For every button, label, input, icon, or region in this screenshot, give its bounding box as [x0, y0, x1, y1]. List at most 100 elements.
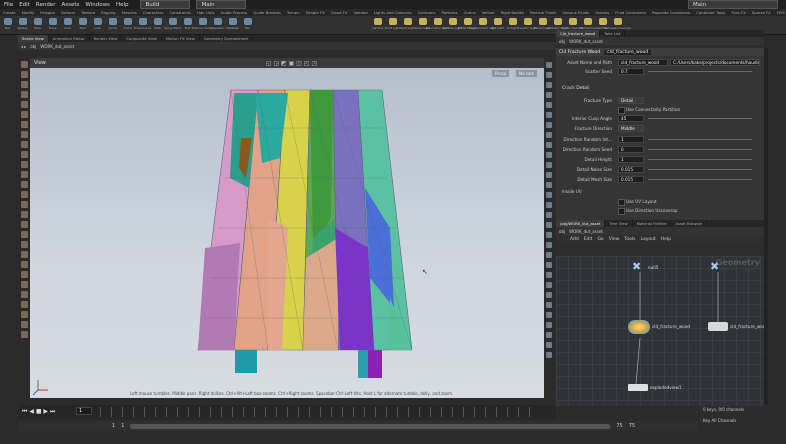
left-tool-icon[interactable]: [20, 61, 28, 68]
create-tool-12[interactable]: Text: [180, 16, 195, 34]
path-node[interactable]: WORK_dut_asset: [40, 44, 74, 49]
obj-context-icon[interactable]: ◂ ▸: [21, 44, 26, 49]
display-tool-icon[interactable]: [546, 292, 552, 298]
network-menu-1[interactable]: Edit: [584, 237, 593, 242]
fracture-node-right[interactable]: [708, 322, 728, 331]
light-tool-11[interactable]: Portal Light: [534, 16, 551, 34]
connectivity-checkbox[interactable]: [618, 107, 625, 114]
network-menu-3[interactable]: View: [609, 237, 620, 242]
param-path-context[interactable]: obj: [559, 39, 565, 44]
display-tool-icon[interactable]: [546, 342, 552, 348]
left-tool-icon[interactable]: [20, 211, 28, 218]
asset-path-field[interactable]: C:/Users/kaka/projects/documents/houdini…: [670, 59, 760, 66]
left-tool-icon[interactable]: [20, 151, 28, 158]
display-tool-icon[interactable]: [546, 82, 552, 88]
display-tool-icon[interactable]: [546, 102, 552, 108]
create-tool-6[interactable]: Line: [90, 16, 105, 34]
param-tab-1[interactable]: Take List: [600, 30, 626, 37]
left-tool-icon[interactable]: [20, 191, 28, 198]
shelf-tab-29[interactable]: Sparse FX: [749, 9, 774, 16]
explodedview-node[interactable]: [628, 384, 648, 391]
left-tool-icon[interactable]: [20, 291, 28, 298]
param-tab-0[interactable]: Cld_fracture_wood: [556, 30, 601, 37]
network-tab-0[interactable]: /obj/WORK_dut_asset: [556, 220, 606, 227]
left-tool-icon[interactable]: [20, 321, 28, 328]
create-tool-11[interactable]: Spray Paint: [164, 16, 181, 34]
create-tool-10[interactable]: Path: [150, 16, 165, 34]
left-tool-icon[interactable]: [20, 171, 28, 178]
display-tool-icon[interactable]: [546, 222, 552, 228]
display-tool-icon[interactable]: [546, 132, 552, 138]
direction-random-int-slider[interactable]: [648, 139, 752, 140]
param-scrollbar[interactable]: [764, 48, 768, 404]
shelf-tab-27[interactable]: Container Tools: [693, 9, 728, 16]
left-tool-icon[interactable]: [20, 91, 28, 98]
scene-viewport[interactable]: Persp No cam ↖: [30, 68, 544, 398]
shelf-tab-15[interactable]: Volume: [351, 9, 371, 16]
light-tool-7[interactable]: Environment Light: [469, 16, 496, 34]
display-tool-icon[interactable]: [546, 322, 552, 328]
direction-random-int-field[interactable]: 1: [618, 136, 644, 143]
left-tool-icon[interactable]: [20, 121, 28, 128]
display-tool-icon[interactable]: [546, 162, 552, 168]
left-tool-icon[interactable]: [20, 301, 28, 308]
network-editor[interactable]: Geometry ✖ null5 ✖ cld_fracture_wood cld…: [556, 256, 768, 406]
path-context[interactable]: obj: [30, 44, 36, 49]
range-start-2[interactable]: 1: [121, 423, 124, 429]
display-tool-icon[interactable]: [546, 272, 552, 278]
left-tool-icon[interactable]: [20, 81, 28, 88]
create-tool-1[interactable]: Sphere: [15, 16, 30, 34]
display-tool-icon[interactable]: [546, 62, 552, 68]
detail-mesh-slider[interactable]: [648, 179, 752, 180]
light-tool-4[interactable]: Geometry Light: [426, 16, 449, 34]
light-tool-2[interactable]: Spot Light: [400, 16, 415, 34]
shelf-tab-8[interactable]: Constraints: [166, 9, 194, 16]
shelf-tab-3[interactable]: Deform: [58, 9, 78, 16]
uv-direction-checkbox[interactable]: [618, 208, 625, 215]
create-tool-9[interactable]: Draw Curve: [134, 16, 151, 34]
menu-assets[interactable]: Assets: [61, 2, 79, 8]
left-tool-icon[interactable]: [20, 161, 28, 168]
create-tool-14[interactable]: L-System: [210, 16, 225, 34]
shelf-tab-23[interactable]: Viscous Fluids: [559, 9, 592, 16]
display-tool-icon[interactable]: [546, 352, 552, 358]
create-tool-8[interactable]: Curve: [120, 16, 135, 34]
left-tool-icon[interactable]: [20, 231, 28, 238]
detail-noise-slider[interactable]: [648, 169, 752, 170]
display-tool-icon[interactable]: [546, 202, 552, 208]
detail-height-field[interactable]: 1: [618, 156, 644, 163]
left-tool-icon[interactable]: [20, 281, 28, 288]
create-tool-5[interactable]: Null: [75, 16, 90, 34]
scatter-seed-field[interactable]: 0.7: [618, 68, 644, 75]
create-tool-7[interactable]: Circle: [105, 16, 120, 34]
shelf-tab-7[interactable]: Characters: [140, 9, 167, 16]
interior-cusp-slider[interactable]: [648, 118, 752, 119]
scatter-seed-slider[interactable]: [648, 71, 752, 72]
range-end-2[interactable]: 75: [629, 423, 635, 429]
param-path-node[interactable]: WORK_dut_asset: [569, 39, 603, 44]
left-tool-icon[interactable]: [20, 101, 28, 108]
light-tool-6[interactable]: Distant Light: [458, 16, 477, 34]
menu-edit[interactable]: Edit: [19, 2, 30, 8]
shelf-tab-26[interactable]: Populate Containers: [649, 9, 693, 16]
range-slider[interactable]: [130, 423, 611, 429]
shelf-tab-30[interactable]: FEM: [774, 9, 786, 16]
left-tab-5[interactable]: Geometry Spreadsheet: [200, 35, 253, 42]
detail-noise-field[interactable]: 0.015: [618, 166, 644, 173]
shelf-tab-18[interactable]: Particles: [438, 9, 460, 16]
display-tool-icon[interactable]: [546, 192, 552, 198]
left-tab-0[interactable]: Scene View: [18, 35, 49, 42]
display-tool-icon[interactable]: [546, 92, 552, 98]
direction-random-seed-slider[interactable]: [648, 149, 752, 150]
shelf-tab-21[interactable]: Rigid Bodies: [498, 9, 527, 16]
shelf-tab-9[interactable]: Hair Utils: [194, 9, 217, 16]
asset-name-field[interactable]: cld_fracture_wood: [618, 59, 668, 66]
network-tab-2[interactable]: Material Palette: [633, 220, 672, 227]
fracture-node-left[interactable]: [628, 320, 650, 334]
left-tab-3[interactable]: Composite View: [122, 35, 162, 42]
right-desktop-select[interactable]: Main: [688, 0, 778, 9]
light-tool-1[interactable]: Point Light: [385, 16, 400, 34]
light-tool-0[interactable]: Camera: [370, 16, 385, 34]
display-tool-icon[interactable]: [546, 112, 552, 118]
display-tool-icon[interactable]: [546, 282, 552, 288]
